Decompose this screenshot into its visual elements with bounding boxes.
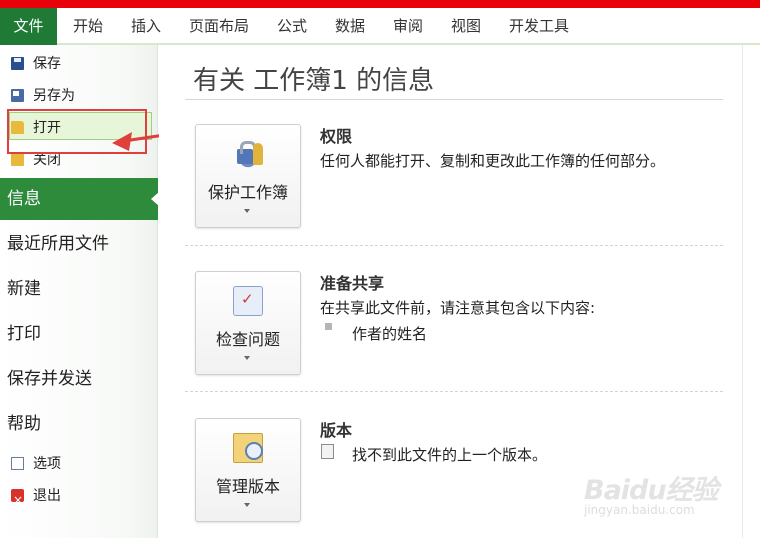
watermark-url: jingyan.baidu.com <box>584 503 695 517</box>
tab-home[interactable]: 开始 <box>73 8 103 45</box>
watermark-brand: Baidu经验 <box>584 475 719 506</box>
protect-workbook-button[interactable]: 保护工作簿 <box>195 124 301 228</box>
chevron-down-icon <box>244 503 250 507</box>
list-item-author: 作者的姓名 <box>352 325 428 343</box>
section-divider <box>185 245 723 246</box>
tab-data[interactable]: 数据 <box>335 8 365 45</box>
nav-print[interactable]: 打印 <box>0 313 158 355</box>
chevron-down-icon <box>244 209 250 213</box>
tab-insert[interactable]: 插入 <box>131 8 161 45</box>
nav-recent[interactable]: 最近所用文件 <box>0 223 158 265</box>
annotation-box <box>7 109 147 154</box>
save-as-command[interactable]: 另存为 <box>0 81 158 111</box>
options-icon <box>11 457 24 470</box>
nav-help[interactable]: 帮助 <box>0 403 158 445</box>
section-divider <box>185 391 723 392</box>
prepare-sharing-heading: 准备共享 <box>320 274 385 293</box>
tab-file[interactable]: 文件 <box>0 8 57 45</box>
tab-view[interactable]: 视图 <box>451 8 481 45</box>
options-label: 选项 <box>33 456 61 472</box>
nav-save-send[interactable]: 保存并发送 <box>0 358 158 400</box>
check-issues-label: 检查问题 <box>215 330 280 349</box>
permissions-heading: 权限 <box>320 127 353 146</box>
nav-info[interactable]: 信息 <box>0 178 159 220</box>
page-title: 有关 工作簿1 的信息 <box>193 66 435 96</box>
versions-heading: 版本 <box>320 421 353 440</box>
key-icon <box>253 143 263 165</box>
tab-developer[interactable]: 开发工具 <box>509 8 569 45</box>
save-as-icon <box>11 89 24 102</box>
close-folder-icon <box>11 153 24 166</box>
manage-versions-label: 管理版本 <box>215 477 280 496</box>
options-command[interactable]: 选项 <box>0 449 158 479</box>
inspect-icon <box>233 286 263 316</box>
versions-icon <box>233 433 263 463</box>
document-icon <box>321 444 334 459</box>
exit-label: 退出 <box>33 488 61 504</box>
versions-desc: 找不到此文件的上一个版本。 <box>352 446 548 464</box>
check-issues-button[interactable]: 检查问题 <box>195 271 301 375</box>
save-as-label: 另存为 <box>33 88 75 104</box>
protect-workbook-label: 保护工作簿 <box>207 183 288 202</box>
save-label: 保存 <box>33 56 61 72</box>
tab-review[interactable]: 审阅 <box>393 8 423 45</box>
prepare-sharing-desc: 在共享此文件前，请注意其包含以下内容: <box>320 299 596 317</box>
title-bar-strip <box>0 0 760 8</box>
save-command[interactable]: 保存 <box>0 49 158 79</box>
excel-backstage: 文件 开始 插入 页面布局 公式 数据 审阅 视图 开发工具 保存 另存为 打开… <box>0 0 760 538</box>
exit-icon <box>11 485 24 515</box>
tab-formulas[interactable]: 公式 <box>277 8 307 45</box>
vertical-scrollbar[interactable] <box>742 45 760 538</box>
save-icon <box>11 57 24 70</box>
ribbon-tab-bar <box>0 8 760 45</box>
nav-new[interactable]: 新建 <box>0 268 158 310</box>
bullet-icon <box>325 323 332 330</box>
title-underline <box>185 99 723 100</box>
exit-command[interactable]: 退出 <box>0 481 158 515</box>
manage-versions-button[interactable]: 管理版本 <box>195 418 301 522</box>
chevron-down-icon <box>244 356 250 360</box>
permissions-desc: 任何人都能打开、复制和更改此工作簿的任何部分。 <box>320 152 666 170</box>
tab-page-layout[interactable]: 页面布局 <box>189 8 249 45</box>
